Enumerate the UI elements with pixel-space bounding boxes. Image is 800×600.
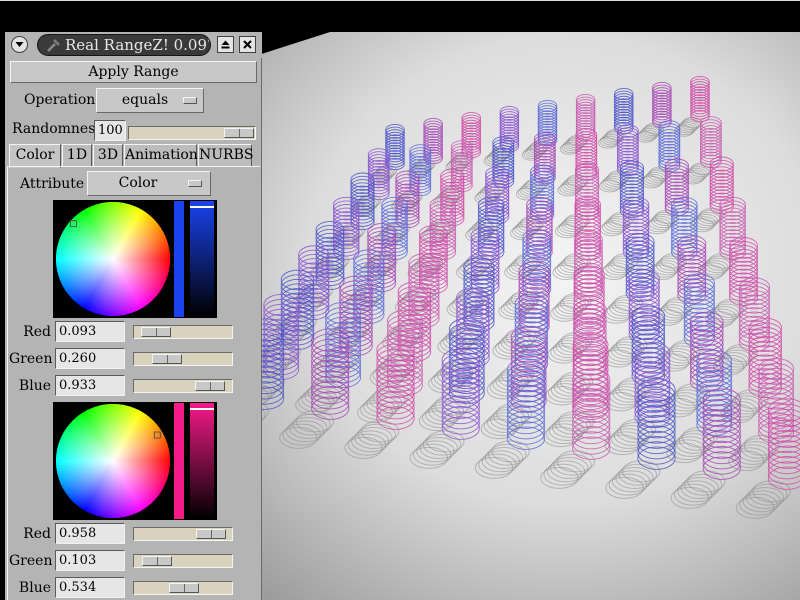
green-slider[interactable] — [133, 352, 233, 366]
tab-nurbs[interactable]: NURBS — [198, 144, 253, 166]
red-input[interactable]: 0.958 — [55, 523, 125, 544]
green-label: Green — [9, 553, 53, 569]
window-title-pill[interactable]: Real RangeZ! 0.097 — [37, 34, 211, 56]
option-menu-indicator-icon — [188, 180, 202, 187]
randomness-label: Randomness — [12, 121, 103, 137]
current-color-swatch — [174, 201, 184, 317]
saturation-overlay — [56, 202, 170, 316]
green-input[interactable]: 0.260 — [55, 348, 125, 369]
color-wheel-end[interactable] — [53, 402, 173, 520]
attribute-menu[interactable]: Color — [87, 171, 211, 196]
attribute-value: Color — [118, 175, 158, 191]
color-wheel-start[interactable] — [53, 200, 173, 318]
blue-input[interactable]: 0.534 — [55, 577, 125, 598]
attribute-label: Attribute — [20, 176, 85, 192]
brightness-marker[interactable] — [190, 206, 214, 208]
shade-icon[interactable] — [217, 36, 234, 53]
red-slider-knob[interactable] — [196, 529, 227, 539]
operation-label: Operation — [24, 92, 96, 108]
blue-slider-knob[interactable] — [169, 583, 200, 593]
red-label: Red — [23, 526, 51, 542]
green-label: Green — [9, 351, 53, 367]
blue-label: Blue — [18, 378, 51, 394]
blue-slider-knob[interactable] — [194, 381, 225, 391]
blue-slider[interactable] — [133, 379, 233, 393]
operation-value: equals — [121, 92, 169, 108]
title-bar[interactable]: Real RangeZ! 0.097 — [5, 32, 262, 58]
blue-slider[interactable] — [133, 581, 233, 595]
saturation-overlay — [56, 404, 170, 518]
brightness-marker[interactable] — [190, 408, 214, 410]
red-slider[interactable] — [133, 325, 233, 339]
real-rangez-window: Real RangeZ! 0.097 Apply Range Operation… — [5, 32, 262, 600]
brightness-slider[interactable] — [190, 201, 214, 317]
randomness-slider[interactable] — [128, 126, 256, 140]
tab-color[interactable]: Color — [9, 144, 61, 168]
operation-menu[interactable]: equals — [96, 88, 204, 113]
hue-wheel-icon[interactable] — [53, 200, 173, 318]
randomness-slider-knob[interactable] — [224, 128, 254, 138]
blue-label: Blue — [18, 580, 51, 596]
hammer-icon — [46, 38, 62, 55]
apply-range-button[interactable]: Apply Range — [10, 61, 257, 83]
red-slider-knob[interactable] — [140, 327, 171, 337]
blue-input[interactable]: 0.933 — [55, 375, 125, 396]
red-label: Red — [23, 324, 51, 340]
hue-wheel-icon[interactable] — [53, 402, 173, 520]
randomness-input[interactable]: 100 — [94, 120, 126, 141]
close-icon[interactable] — [239, 36, 256, 53]
menu-down-icon[interactable] — [11, 36, 28, 53]
option-menu-indicator-icon — [183, 97, 197, 104]
green-slider-knob[interactable] — [141, 556, 172, 566]
value-bars-start[interactable] — [173, 200, 217, 318]
tab-3d[interactable]: 3D — [93, 144, 123, 166]
tab-animation[interactable]: Animation — [124, 144, 198, 166]
red-slider[interactable] — [133, 527, 233, 541]
green-input[interactable]: 0.103 — [55, 550, 125, 571]
current-color-swatch — [174, 403, 184, 519]
green-slider-knob[interactable] — [151, 354, 182, 364]
window-title: Real RangeZ! 0.097 — [65, 36, 211, 54]
green-slider[interactable] — [133, 554, 233, 568]
red-input[interactable]: 0.093 — [55, 321, 125, 342]
tab-1d[interactable]: 1D — [62, 144, 92, 166]
brightness-slider[interactable] — [190, 403, 214, 519]
value-bars-end[interactable] — [173, 402, 217, 520]
